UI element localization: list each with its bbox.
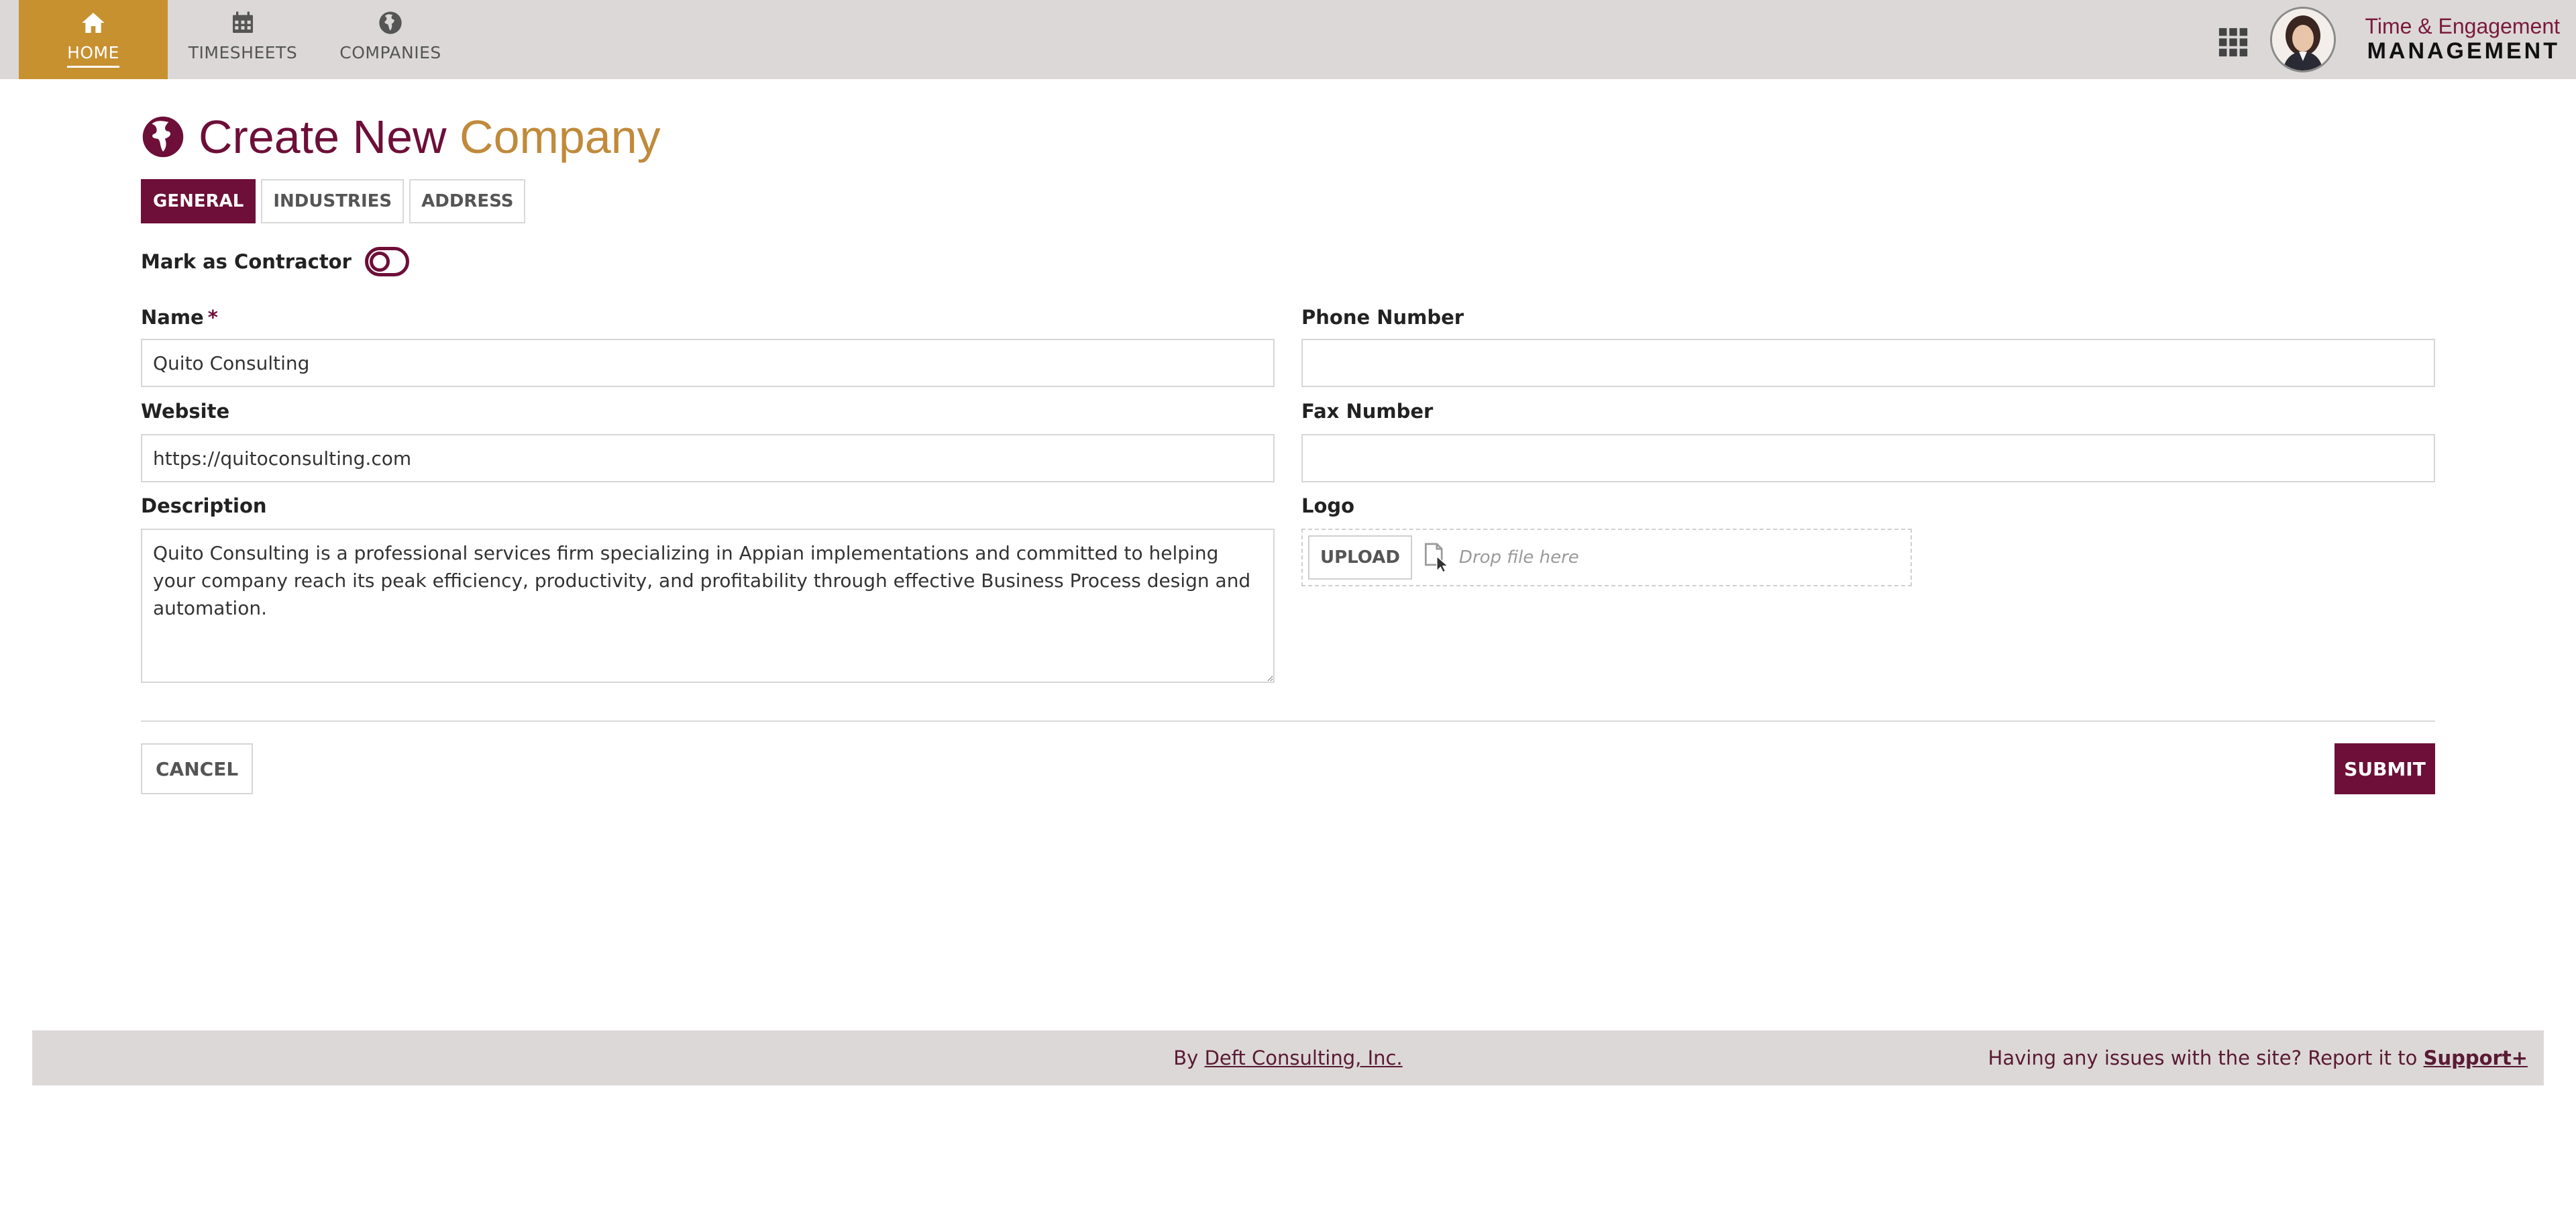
nav-companies[interactable]: COMPANIES — [325, 0, 456, 79]
name-input[interactable] — [141, 339, 1275, 387]
brand-logo: Time & Engagement MANAGEMENT — [2359, 13, 2560, 63]
tab-industries[interactable]: INDUSTRIES — [261, 179, 405, 223]
footer: By Deft Consulting, Inc. Having any issu… — [32, 1030, 2544, 1085]
fax-label: Fax Number — [1301, 400, 1434, 423]
brand-line-2: MANAGEMENT — [2367, 38, 2560, 64]
nav-timesheets[interactable]: TIMESHEETS — [177, 0, 309, 79]
contractor-toggle[interactable] — [364, 247, 409, 276]
description-textarea[interactable]: Quito Consulting is a professional servi… — [141, 529, 1275, 683]
website-input[interactable] — [141, 434, 1275, 482]
name-label: Name * — [141, 306, 218, 329]
brand-line-1: Time & Engagement — [2365, 14, 2560, 38]
website-label: Website — [141, 400, 230, 423]
globe-icon — [379, 11, 402, 34]
support-link[interactable]: Support+ — [2424, 1047, 2528, 1069]
phone-label: Phone Number — [1301, 306, 1464, 329]
footer-by-text: By — [1173, 1047, 1199, 1069]
page-title-accent: Company — [460, 111, 661, 163]
cancel-button[interactable]: CANCEL — [141, 743, 254, 794]
tab-address[interactable]: ADDRESS — [409, 179, 526, 223]
nav-home[interactable]: HOME — [19, 0, 168, 79]
toggle-knob — [369, 252, 390, 272]
contractor-label: Mark as Contractor — [141, 250, 352, 273]
form-tabs: GENERAL INDUSTRIES ADDRESS — [141, 179, 526, 223]
calendar-icon — [233, 11, 253, 33]
nav-companies-label: COMPANIES — [339, 43, 441, 62]
file-cursor-icon — [1424, 543, 1448, 572]
nav-timesheets-label: TIMESHEETS — [188, 43, 298, 62]
nav-home-label: HOME — [67, 43, 119, 68]
upload-button[interactable]: UPLOAD — [1308, 535, 1412, 580]
submit-button[interactable]: SUBMIT — [2334, 743, 2435, 794]
required-mark: * — [207, 306, 218, 329]
logo-dropzone[interactable]: UPLOAD Drop file here — [1301, 529, 1912, 586]
app-grid-icon[interactable] — [2218, 27, 2249, 58]
user-portrait-icon — [2272, 9, 2334, 70]
description-label: Description — [141, 494, 267, 517]
top-navigation: HOME TIMESHEETS COMPANIES Time & Engagem… — [0, 0, 2576, 79]
page-title: Create New Company — [141, 110, 661, 164]
footer-company-link[interactable]: Deft Consulting, Inc. — [1205, 1047, 1403, 1069]
form-divider — [141, 720, 2435, 722]
fax-input[interactable] — [1301, 434, 2435, 482]
phone-input[interactable] — [1301, 339, 2435, 387]
contractor-row: Mark as Contractor — [141, 247, 409, 276]
logo-label: Logo — [1301, 494, 1355, 517]
user-avatar[interactable] — [2270, 7, 2336, 72]
tab-general[interactable]: GENERAL — [141, 179, 256, 223]
footer-support: Having any issues with the site? Report … — [1988, 1047, 2528, 1069]
page-title-text: Create New — [199, 111, 447, 163]
name-label-text: Name — [141, 306, 204, 329]
home-icon — [82, 13, 105, 33]
footer-issues-text: Having any issues with the site? Report … — [1988, 1047, 2418, 1069]
drop-file-text: Drop file here — [1458, 547, 1579, 568]
globe-icon — [142, 116, 184, 158]
